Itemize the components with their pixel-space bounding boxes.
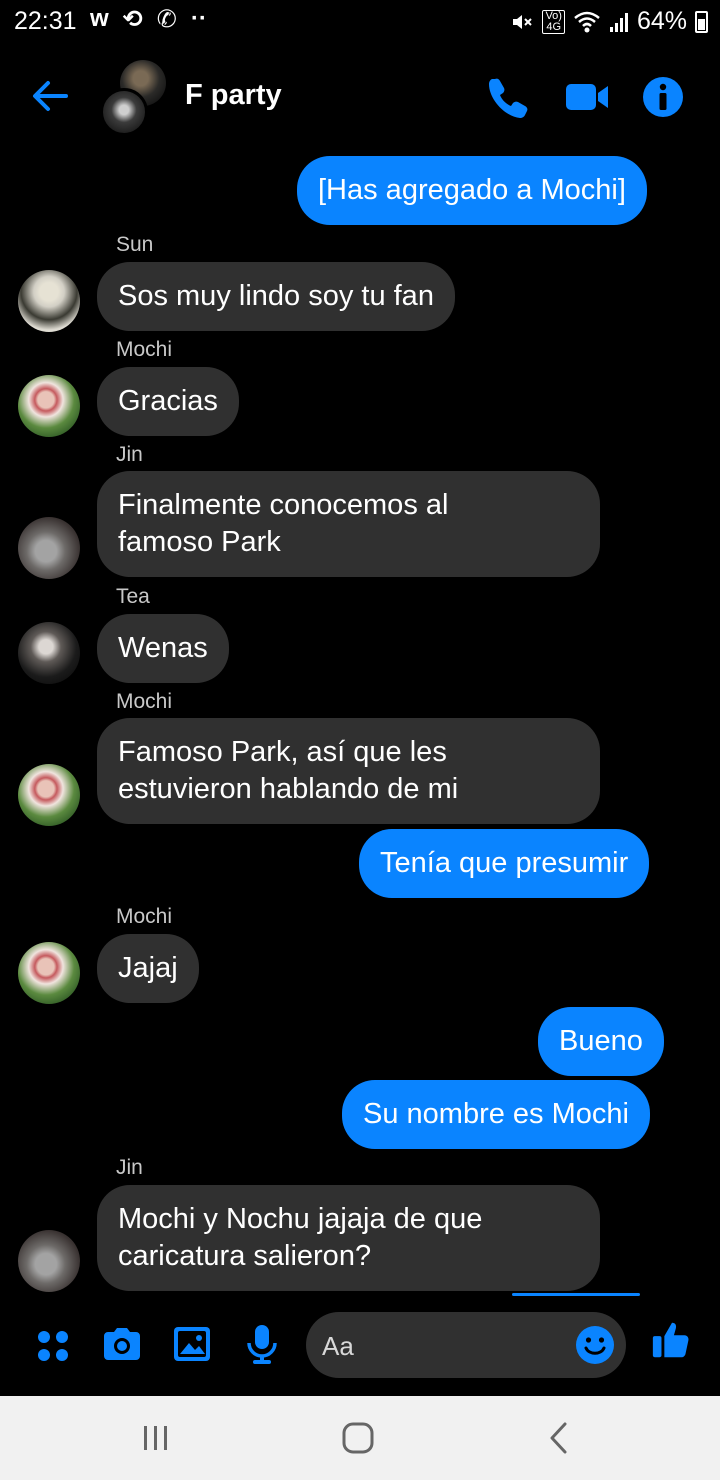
more-dots-icon: ·· [190,5,207,32]
system-icons: Vo) 4G 64% [510,7,708,36]
home-icon[interactable] [336,1416,380,1460]
message-composer: Aa [0,1300,720,1396]
sender-name: Mochi [116,690,173,713]
notification-icons: w ⟲ ✆ ·· [90,5,207,34]
outgoing-message-bubble[interactable]: [Has agregado a Mochi] [297,156,647,225]
camera-icon[interactable] [100,1322,144,1366]
sender-name: Mochi [116,338,173,361]
message-input-placeholder: Aa [322,1331,354,1361]
android-navigation-bar [0,1396,720,1480]
recent-apps-icon[interactable] [134,1416,178,1460]
back-arrow-icon[interactable] [28,74,72,118]
incoming-message-bubble[interactable]: Wenas [97,614,229,683]
outgoing-message-bubble[interactable]: Su nombre es Mochi [342,1080,650,1149]
incoming-message-bubble[interactable]: Sos muy lindo soy tu fan [97,262,455,331]
jin-avatar[interactable] [18,517,80,579]
mochi-avatar[interactable] [18,764,80,826]
battery-icon [695,10,708,33]
sender-name: Jin [116,443,143,466]
outgoing-message-bubble[interactable]: Bueno [538,1007,664,1076]
more-apps-icon[interactable] [32,1322,76,1366]
status-bar: 22:31 w ⟲ ✆ ·· Vo) 4G 64% [0,0,720,44]
wattpad-icon: w [90,5,109,32]
mute-icon [513,14,533,29]
incoming-message-bubble[interactable]: Famoso Park, así que les estuvieron habl… [97,718,600,824]
retweet-icon: ⟲ [122,6,143,33]
conversation-header: F party [0,52,720,142]
sun-avatar[interactable] [18,270,80,332]
battery-percent: 64% [636,7,687,35]
group-avatar-member-2 [100,88,148,136]
sender-name: Jin [116,1156,143,1179]
status-time: 22:31 [14,7,77,35]
incoming-message-bubble[interactable]: Jajaj [97,934,199,1003]
gallery-icon[interactable] [170,1322,214,1366]
incoming-message-bubble[interactable]: Gracias [97,367,239,436]
whatsapp-icon: ✆ [156,6,177,33]
message-input[interactable]: Aa [306,1312,626,1378]
volte-4g-icon: Vo) 4G [542,9,565,34]
back-nav-icon[interactable] [538,1416,582,1460]
emoji-icon[interactable] [574,1324,616,1366]
phone-call-icon[interactable] [486,74,532,120]
jin-avatar[interactable] [18,1230,80,1292]
tea-avatar[interactable] [18,622,80,684]
conversation-title[interactable]: F party [185,79,282,112]
mochi-avatar[interactable] [18,375,80,437]
outgoing-message-bubble[interactable]: Tenía que presumir [359,829,650,898]
wifi-icon [574,11,600,32]
sender-name: Tea [116,585,150,608]
video-call-icon[interactable] [564,74,610,120]
incoming-message-bubble[interactable]: Mochi y Nochu jajaja de que caricatura s… [97,1185,600,1291]
microphone-icon[interactable] [240,1322,284,1366]
incoming-message-bubble[interactable]: Finalmente conocemos al famoso Park [97,471,600,577]
thumbs-up-icon[interactable] [650,1318,694,1362]
sender-name: Sun [116,233,154,256]
sender-name: Mochi [116,905,173,928]
group-avatar[interactable] [100,60,170,136]
mochi-avatar[interactable] [18,942,80,1004]
next-message-peek [512,1293,640,1296]
signal-icon [609,12,628,32]
info-icon[interactable] [640,74,686,120]
